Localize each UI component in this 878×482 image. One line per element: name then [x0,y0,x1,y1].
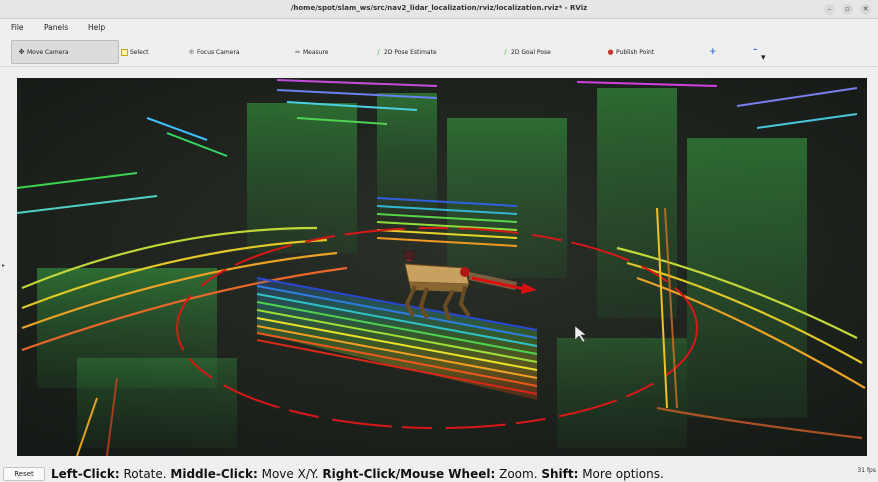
pose-estimate-arrow-icon: ∕ [377,47,380,56]
help-hint: Left-Click: Rotate. Middle-Click: Move X… [51,467,664,481]
help-rotate: Rotate. [119,467,171,481]
title-bar: /home/spot/slam_ws/src/nav2_lidar_locali… [0,0,878,19]
goal-pose-label: 2D Goal Pose [511,48,551,56]
help-shift: Shift: [541,467,579,481]
measure-icon: ═ [295,47,300,56]
menu-file[interactable]: File [11,23,24,32]
menu-panels[interactable]: Panels [44,23,68,32]
menu-help[interactable]: Help [88,23,105,32]
focus-camera-tool[interactable]: ⊕ Focus Camera [188,40,240,64]
reset-button[interactable]: Reset [3,467,45,481]
panel-collapse-handle[interactable]: ▸ [2,262,5,269]
select-icon [121,48,128,56]
pose-estimate-label: 2D Pose Estimate [384,48,437,56]
focus-camera-icon: ⊕ [188,47,195,56]
goal-pose-arrow-icon: ∕ [504,47,507,56]
focus-camera-label: Focus Camera [197,48,240,56]
help-right-click: Right-Click/Mouse Wheel: [322,467,496,481]
goal-pose-tool[interactable]: ∕ 2D Goal Pose [502,40,551,64]
close-button[interactable]: ✕ [860,4,871,15]
fps-counter: 31 fps [857,467,876,474]
select-label: Select [130,48,149,56]
toolbar: ✥ Move Camera Select ⊕ Focus Camera ═ Me… [0,37,878,67]
publish-point-label: Publish Point [616,48,655,56]
help-zoom: Zoom. [495,467,542,481]
window-title: /home/spot/slam_ws/src/nav2_lidar_locali… [290,4,588,12]
more-tools-dropdown[interactable]: ▾ [761,46,766,70]
measure-label: Measure [303,48,329,56]
point-cloud-render [17,78,867,456]
minimize-button[interactable]: – [824,4,835,15]
add-tool-button[interactable]: + [709,40,717,64]
move-camera-label: Move Camera [27,48,69,56]
maximize-button[interactable]: ▫ [842,4,853,15]
publish-point-tool[interactable]: ● Publish Point [607,40,654,64]
rviz-window: /home/spot/slam_ws/src/nav2_lidar_locali… [0,0,878,482]
help-middle-click: Middle-Click: [170,467,258,481]
remove-tool-button[interactable]: – [753,38,758,62]
move-camera-icon: ✥ [18,47,25,56]
3d-viewport[interactable] [17,78,867,456]
measure-tool[interactable]: ═ Measure [294,40,329,64]
select-tool[interactable]: Select [121,40,149,64]
help-left-click: Left-Click: [51,467,120,481]
map-pin-icon: ● [607,47,614,56]
move-camera-tool[interactable]: ✥ Move Camera [11,40,119,64]
pose-estimate-tool[interactable]: ∕ 2D Pose Estimate [375,40,437,64]
help-move: Move X/Y. [257,467,323,481]
help-more: More options. [578,467,664,481]
menu-bar: File Panels Help [0,19,878,36]
